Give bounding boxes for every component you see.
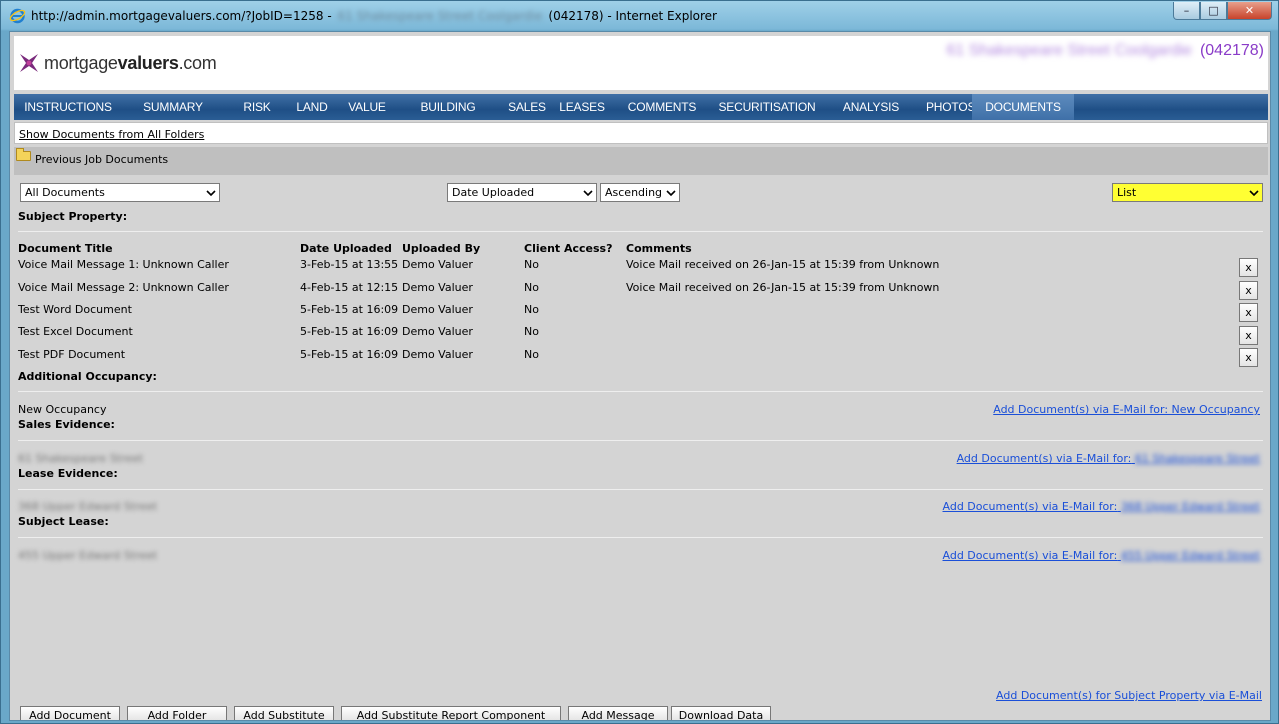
job-address-heading: 61 Shakespeare Street Coolgardie (042178) [946, 42, 1264, 59]
document-title[interactable]: Test Excel Document [18, 325, 133, 338]
divider [18, 440, 1263, 441]
uploaded-by: Demo Valuer [402, 325, 473, 338]
document-filter-select[interactable]: All Documents [20, 183, 220, 202]
sales-evidence-item: 61 Shakespeare Street [18, 452, 144, 465]
section-sales-evidence: Sales Evidence: [18, 418, 115, 431]
tab-photos[interactable]: PHOTOS [926, 94, 975, 120]
add-docs-subject-property-email-link[interactable]: Add Document(s) for Subject Property via… [996, 689, 1262, 702]
tab-documents[interactable]: DOCUMENTS [972, 94, 1074, 120]
sort-order-select[interactable]: Ascending [600, 183, 680, 202]
logo-mark-icon [20, 54, 38, 72]
site-header: mortgagevaluers.com 61 Shakespeare Stree… [14, 36, 1268, 90]
title-bar: http://admin.mortgagevaluers.com/?JobID=… [1, 1, 1278, 31]
logo[interactable]: mortgagevaluers.com [18, 52, 217, 74]
add-message-button[interactable]: Add Message [568, 706, 668, 720]
tab-analysis[interactable]: ANALYSIS [816, 94, 926, 120]
add-document-button[interactable]: Add Document [20, 706, 120, 720]
download-data-button[interactable]: Download Data [671, 706, 771, 720]
add-substitute-report-component-button[interactable]: Add Substitute Report Component [341, 706, 561, 720]
client-access: No [524, 348, 539, 361]
subject-lease-item: 455 Upper Edward Street [18, 549, 158, 562]
delete-document-button[interactable]: x [1239, 281, 1258, 300]
date-uploaded: 4-Feb-15 at 12:15 [300, 281, 399, 294]
add-folder-button[interactable]: Add Folder [127, 706, 227, 720]
blurred-address: 61 Shakespeare Street Coolgardie [337, 9, 543, 23]
window-controls: – □ ✕ [1173, 2, 1272, 20]
folder-icon [16, 148, 31, 161]
header-comments: Comments [626, 242, 692, 255]
section-subject-property: Subject Property: [18, 210, 128, 223]
view-mode-select[interactable]: List [1112, 183, 1263, 202]
tab-instructions[interactable]: INSTRUCTIONS [14, 94, 122, 120]
client-access: No [524, 281, 539, 294]
header-document-title: Document Title [18, 242, 113, 255]
header-date-uploaded: Date Uploaded [300, 242, 392, 255]
date-uploaded: 5-Feb-15 at 16:09 [300, 303, 399, 316]
client-access: No [524, 325, 539, 338]
tab-land[interactable]: LAND [290, 94, 334, 120]
tab-summary[interactable]: SUMMARY [122, 94, 224, 120]
tab-securitisation[interactable]: SECURITISATION [718, 94, 816, 120]
tab-comments[interactable]: COMMENTS [606, 94, 718, 120]
client-access: No [524, 303, 539, 316]
uploaded-by: Demo Valuer [402, 303, 473, 316]
section-lease-evidence: Lease Evidence: [18, 467, 118, 480]
tab-value[interactable]: VALUE [334, 94, 400, 120]
delete-document-button[interactable]: x [1239, 348, 1258, 367]
add-docs-email-lease-link[interactable]: Add Document(s) via E-Mail for: 368 Uppe… [943, 500, 1261, 513]
sort-field-select[interactable]: Date Uploaded [447, 183, 597, 202]
divider [18, 231, 1263, 232]
main-nav: INSTRUCTIONS SUMMARY RISK LAND VALUE BUI… [14, 94, 1268, 120]
internet-explorer-icon [9, 8, 26, 24]
section-subject-lease: Subject Lease: [18, 515, 109, 528]
close-button[interactable]: ✕ [1227, 2, 1272, 20]
uploaded-by: Demo Valuer [402, 258, 473, 271]
occupancy-item: New Occupancy [18, 403, 107, 416]
client-access: No [524, 258, 539, 271]
date-uploaded: 3-Feb-15 at 13:55 [300, 258, 399, 271]
section-additional-occupancy: Additional Occupancy: [18, 370, 157, 383]
date-uploaded: 5-Feb-15 at 16:09 [300, 325, 399, 338]
previous-job-documents-row[interactable]: Previous Job Documents [14, 147, 1268, 175]
add-docs-email-subject-lease-link[interactable]: Add Document(s) via E-Mail for: 455 Uppe… [943, 549, 1261, 562]
browser-window: http://admin.mortgagevaluers.com/?JobID=… [0, 0, 1279, 724]
add-docs-email-sales-link[interactable]: Add Document(s) via E-Mail for: 61 Shake… [957, 452, 1260, 465]
chevron-down-icon [583, 190, 593, 197]
chevron-down-icon [1249, 190, 1259, 197]
divider [18, 489, 1263, 490]
previous-job-documents-label: Previous Job Documents [35, 153, 169, 166]
maximize-button[interactable]: □ [1200, 2, 1227, 20]
document-title[interactable]: Test PDF Document [18, 348, 125, 361]
delete-document-button[interactable]: x [1239, 258, 1258, 277]
delete-document-button[interactable]: x [1239, 326, 1258, 345]
document-title[interactable]: Voice Mail Message 1: Unknown Caller [18, 258, 229, 271]
date-uploaded: 5-Feb-15 at 16:09 [300, 348, 399, 361]
tab-building[interactable]: BUILDING [400, 94, 496, 120]
add-substitute-button[interactable]: Add Substitute [234, 706, 334, 720]
comments: Voice Mail received on 26-Jan-15 at 15:3… [626, 258, 940, 271]
tab-risk[interactable]: RISK [224, 94, 290, 120]
header-client-access: Client Access? [524, 242, 613, 255]
minimize-button[interactable]: – [1173, 2, 1200, 20]
page-content: mortgagevaluers.com 61 Shakespeare Stree… [9, 31, 1271, 721]
uploaded-by: Demo Valuer [402, 348, 473, 361]
comments: Voice Mail received on 26-Jan-15 at 15:3… [626, 281, 940, 294]
uploaded-by: Demo Valuer [402, 281, 473, 294]
divider [18, 537, 1263, 538]
lease-evidence-item: 368 Upper Edward Street [18, 500, 158, 513]
add-docs-email-occupancy-link[interactable]: Add Document(s) via E-Mail for: New Occu… [993, 403, 1260, 416]
blurred-address: 61 Shakespeare Street Coolgardie [946, 42, 1192, 59]
chevron-down-icon [206, 190, 216, 197]
divider [18, 391, 1263, 392]
window-title: http://admin.mortgagevaluers.com/?JobID=… [31, 9, 717, 23]
header-uploaded-by: Uploaded By [402, 242, 481, 255]
tab-sales[interactable]: SALES [496, 94, 558, 120]
folder-bar: Show Documents from All Folders [14, 122, 1268, 144]
chevron-down-icon [666, 190, 676, 197]
show-all-folders-link[interactable]: Show Documents from All Folders [19, 128, 204, 141]
document-title[interactable]: Voice Mail Message 2: Unknown Caller [18, 281, 229, 294]
tab-leases[interactable]: LEASES [558, 94, 606, 120]
document-title[interactable]: Test Word Document [18, 303, 132, 316]
delete-document-button[interactable]: x [1239, 303, 1258, 322]
